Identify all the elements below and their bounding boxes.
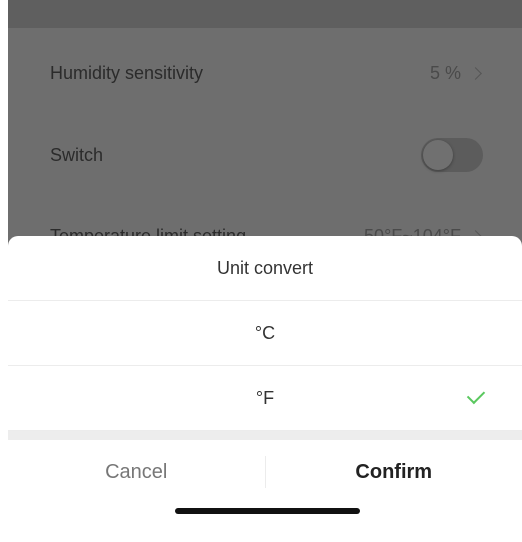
- option-label: °C: [254, 322, 276, 343]
- home-indicator[interactable]: [175, 508, 360, 514]
- separator-gap: [8, 431, 522, 440]
- option-fahrenheit[interactable]: °F: [8, 366, 522, 431]
- sheet-actions: Cancel Confirm: [8, 440, 522, 504]
- unit-convert-sheet: Unit convert °C °F Cancel Confirm: [8, 236, 522, 542]
- chevron-right-icon: [469, 66, 482, 80]
- row-humidity-sensitivity[interactable]: Humidity sensitivity 5 %: [8, 51, 522, 95]
- row-switch: Switch: [8, 133, 522, 177]
- row-value: 5 %: [429, 62, 461, 83]
- top-bar: [8, 0, 522, 28]
- row-label: Humidity sensitivity: [50, 62, 204, 83]
- option-celsius[interactable]: °C: [8, 301, 522, 366]
- phone-screen: Humidity sensitivity 5 % Switch Temperat…: [8, 0, 522, 542]
- switch-toggle[interactable]: [421, 138, 483, 172]
- check-icon: [466, 385, 486, 405]
- cancel-button[interactable]: Cancel: [8, 461, 265, 484]
- option-label: °F: [255, 387, 275, 408]
- toggle-knob: [423, 140, 453, 170]
- row-label: Switch: [50, 144, 104, 165]
- sheet-title: Unit convert: [8, 236, 522, 301]
- confirm-button[interactable]: Confirm: [266, 461, 522, 484]
